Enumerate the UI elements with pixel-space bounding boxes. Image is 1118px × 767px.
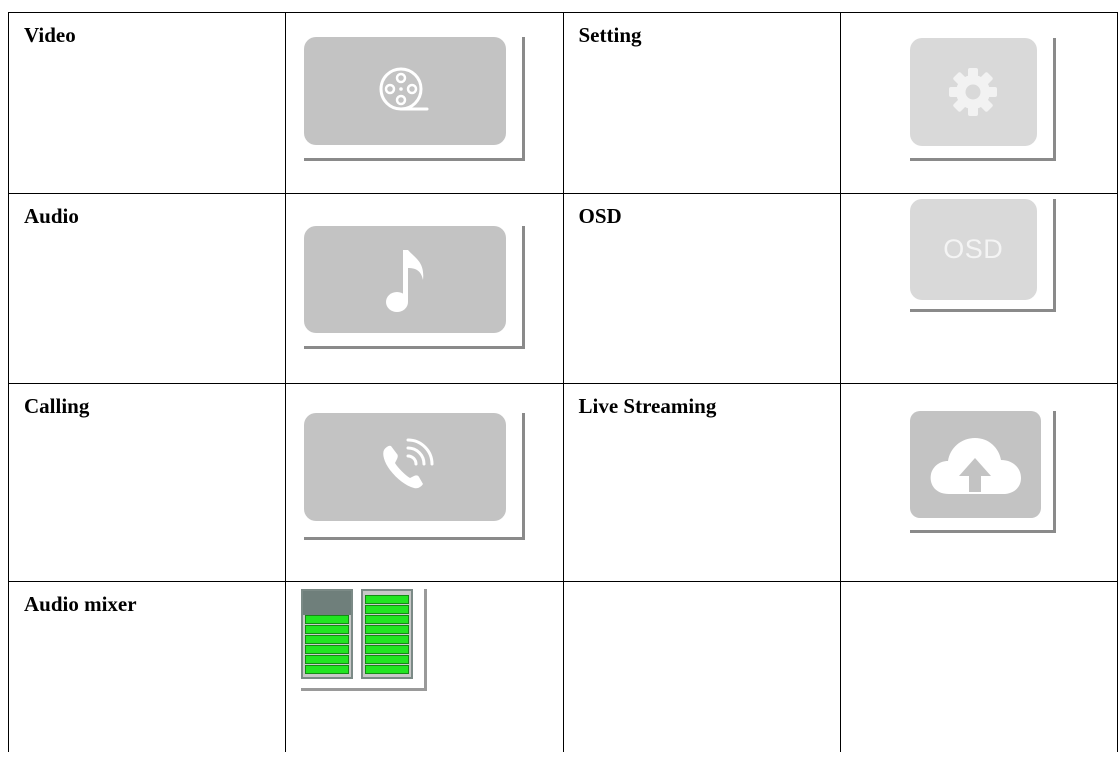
osd-button[interactable]: OSD <box>909 199 1056 312</box>
meter-segment <box>365 665 410 674</box>
icon-cell <box>285 383 564 582</box>
empty-cell <box>839 581 1118 752</box>
icon-cell <box>285 581 564 752</box>
live-streaming-button[interactable] <box>909 411 1056 533</box>
osd-icon: OSD <box>943 234 1004 264</box>
icon-cell <box>285 12 564 194</box>
feature-table: Video Setting Audio OSD OSD Calling Live… <box>7 12 1118 752</box>
meter-segment <box>365 605 410 614</box>
meter-segment <box>305 625 350 634</box>
empty-cell <box>562 581 841 752</box>
setting-button[interactable] <box>909 38 1056 161</box>
icon-cell <box>839 383 1118 582</box>
meter-segment <box>365 655 410 664</box>
meter-segment <box>305 665 350 674</box>
icon-cell <box>839 12 1118 194</box>
feature-label-video: Video <box>24 23 76 47</box>
meter-cap <box>303 591 352 615</box>
feature-label-osd: OSD <box>578 204 622 228</box>
label-cell: Video <box>7 12 287 194</box>
audio-level-meter-icon <box>361 589 414 679</box>
meter-segment <box>365 615 410 624</box>
audio-mixer-button[interactable] <box>301 589 428 691</box>
calling-button[interactable] <box>304 413 526 540</box>
audio-level-meter-icon <box>301 589 354 679</box>
audio-button[interactable] <box>304 226 526 349</box>
label-cell: Calling <box>7 383 287 582</box>
table-row: Calling Live Streaming <box>7 383 1118 582</box>
table-row: Audio mixer <box>7 581 1118 752</box>
gear-icon <box>949 68 998 116</box>
table-row: Audio OSD OSD <box>7 193 1118 384</box>
film-reel-icon <box>379 67 429 111</box>
feature-label-audio: Audio <box>24 204 79 228</box>
feature-label-live-streaming: Live Streaming <box>578 394 717 418</box>
feature-label-calling: Calling <box>24 394 90 418</box>
meter-segment <box>305 645 350 654</box>
meter-segment <box>365 645 410 654</box>
table-row: Video Setting <box>7 12 1118 194</box>
meter-segment <box>365 595 410 604</box>
icon-cell: OSD <box>839 193 1118 384</box>
music-note-icon <box>386 249 424 312</box>
meter-segment <box>365 635 410 644</box>
meter-segment <box>305 655 350 664</box>
label-cell: Audio <box>7 193 287 384</box>
meter-segment <box>365 625 410 634</box>
feature-label-audio-mixer: Audio mixer <box>24 592 137 616</box>
video-button[interactable] <box>304 37 526 161</box>
meter-segment <box>305 635 350 644</box>
label-cell: Setting <box>562 12 841 194</box>
meter-segment <box>305 615 350 624</box>
feature-label-setting: Setting <box>578 23 642 47</box>
label-cell: OSD <box>562 193 841 384</box>
phone-call-icon <box>383 438 434 489</box>
label-cell: Live Streaming <box>562 383 841 582</box>
label-cell: Audio mixer <box>7 581 287 752</box>
cloud-upload-icon <box>930 437 1022 494</box>
icon-cell <box>285 193 564 384</box>
